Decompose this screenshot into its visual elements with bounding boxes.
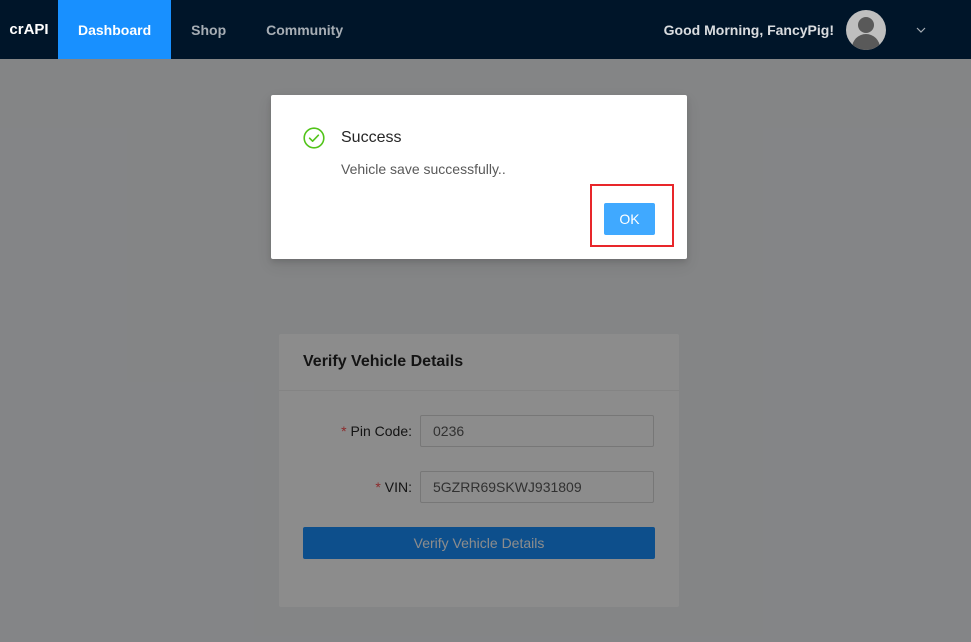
user-avatar-icon[interactable]	[846, 9, 886, 50]
modal-title: Success	[341, 129, 402, 146]
check-circle-icon	[303, 127, 325, 149]
greeting-text: Good Morning, FancyPig!	[663, 21, 834, 38]
top-navbar: crAPI Dashboard Shop Community Good Morn…	[0, 0, 971, 59]
nav-dashboard[interactable]: Dashboard	[58, 0, 172, 59]
user-menu[interactable]: Good Morning, FancyPig!	[664, 0, 971, 59]
success-modal: Success Vehicle save successfully.. OK	[271, 95, 687, 259]
nav-community[interactable]: Community	[246, 0, 363, 59]
ok-button[interactable]: OK	[604, 203, 655, 235]
chevron-down-icon[interactable]	[916, 25, 926, 35]
nav-shop[interactable]: Shop	[171, 0, 246, 59]
brand-logo[interactable]: crAPI	[0, 0, 58, 59]
modal-message: Vehicle save successfully..	[341, 161, 506, 177]
